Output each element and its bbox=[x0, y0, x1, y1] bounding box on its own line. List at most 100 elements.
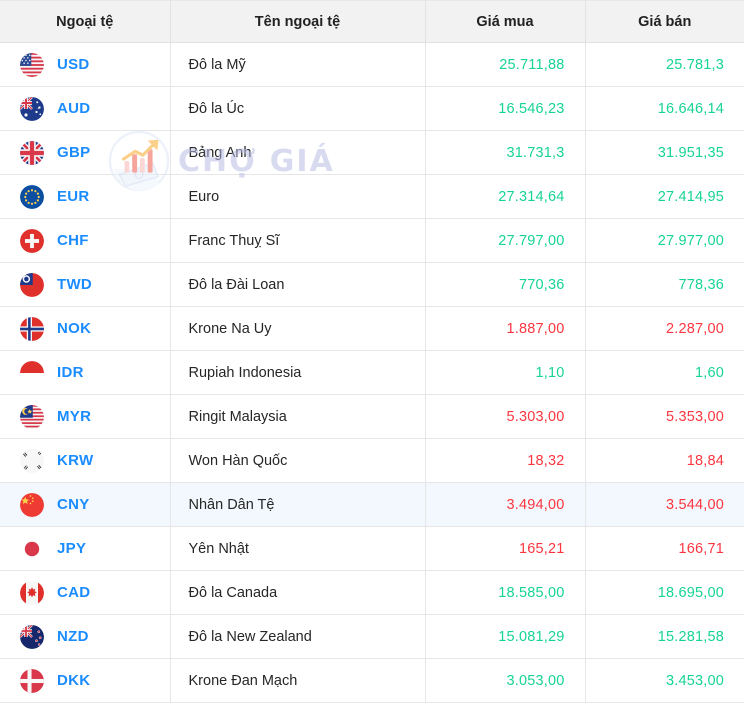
buy-price-cell: 3.053,00 bbox=[425, 659, 585, 703]
currency-code-cell[interactable]: NZD bbox=[0, 615, 170, 659]
currency-code-cell[interactable]: USD bbox=[0, 43, 170, 87]
column-header-buy-price: Giá mua bbox=[425, 1, 585, 43]
exchange-rate-table-container: CHỢ GIÁ Ngoại tệ Tên ngoại tệ Giá mua Gi… bbox=[0, 0, 744, 708]
table-row[interactable]: IDRRupiah Indonesia1,101,60 bbox=[0, 351, 744, 395]
table-row[interactable]: GBPBảng Anh31.731,331.951,35 bbox=[0, 131, 744, 175]
currency-code-label: NZD bbox=[57, 628, 89, 645]
currency-code-cell[interactable]: CAD bbox=[0, 571, 170, 615]
currency-code-cell[interactable]: CNY bbox=[0, 483, 170, 527]
currency-name-cell: Rupiah Indonesia bbox=[170, 351, 425, 395]
flag-eu-icon bbox=[20, 185, 44, 209]
column-header-currency-code: Ngoại tệ bbox=[0, 1, 170, 43]
table-row[interactable]: CAD Đô la Canada18.585,0018.695,00 bbox=[0, 571, 744, 615]
currency-code-label: CHF bbox=[57, 232, 89, 249]
sell-price-cell: 3.544,00 bbox=[585, 483, 744, 527]
sell-price-cell: 18,84 bbox=[585, 439, 744, 483]
flag-id-icon bbox=[20, 361, 44, 385]
currency-code-cell[interactable]: DKK bbox=[0, 659, 170, 703]
currency-name-cell: Won Hàn Quốc bbox=[170, 439, 425, 483]
currency-code-label: CAD bbox=[57, 584, 90, 601]
table-row[interactable]: USDĐô la Mỹ25.711,8825.781,3 bbox=[0, 43, 744, 87]
flag-no-icon bbox=[20, 317, 44, 341]
table-row[interactable]: EUR Euro27.314,6427.414,95 bbox=[0, 175, 744, 219]
flag-tw-icon bbox=[20, 273, 44, 297]
currency-code-label: AUD bbox=[57, 100, 90, 117]
sell-price-cell: 27.977,00 bbox=[585, 219, 744, 263]
currency-code-cell[interactable]: TWD bbox=[0, 263, 170, 307]
exchange-rate-table: Ngoại tệ Tên ngoại tệ Giá mua Giá bán US… bbox=[0, 0, 744, 703]
currency-name-cell: Bảng Anh bbox=[170, 131, 425, 175]
sell-price-cell: 27.414,95 bbox=[585, 175, 744, 219]
currency-name-cell: Đô la Úc bbox=[170, 87, 425, 131]
table-row[interactable]: TWDĐô la Đài Loan770,36778,36 bbox=[0, 263, 744, 307]
buy-price-cell: 1,10 bbox=[425, 351, 585, 395]
flag-my-icon bbox=[20, 405, 44, 429]
table-header: Ngoại tệ Tên ngoại tệ Giá mua Giá bán bbox=[0, 1, 744, 43]
table-row[interactable]: JPY Yên Nhật165,21166,71 bbox=[0, 527, 744, 571]
table-body: USDĐô la Mỹ25.711,8825.781,3 AUD Đô la Úc 1… bbox=[0, 43, 744, 703]
table-row[interactable]: NZDĐô la New Zealand15.081,2915.281,58 bbox=[0, 615, 744, 659]
currency-name-cell: Ringit Malaysia bbox=[170, 395, 425, 439]
flag-us-icon bbox=[20, 53, 44, 77]
currency-name-cell: Đô la Canada bbox=[170, 571, 425, 615]
currency-code-label: NOK bbox=[57, 320, 91, 337]
currency-name-cell: Krone Na Uy bbox=[170, 307, 425, 351]
sell-price-cell: 15.281,58 bbox=[585, 615, 744, 659]
currency-code-label: USD bbox=[57, 56, 90, 73]
currency-code-cell[interactable]: EUR bbox=[0, 175, 170, 219]
buy-price-cell: 27.314,64 bbox=[425, 175, 585, 219]
sell-price-cell: 16.646,14 bbox=[585, 87, 744, 131]
currency-code-cell[interactable]: AUD bbox=[0, 87, 170, 131]
buy-price-cell: 18.585,00 bbox=[425, 571, 585, 615]
currency-code-cell[interactable]: GBP bbox=[0, 131, 170, 175]
buy-price-cell: 31.731,3 bbox=[425, 131, 585, 175]
table-row[interactable]: DKKKrone Đan Mạch3.053,003.453,00 bbox=[0, 659, 744, 703]
currency-code-cell[interactable]: KRW bbox=[0, 439, 170, 483]
flag-nz-icon bbox=[20, 625, 44, 649]
sell-price-cell: 25.781,3 bbox=[585, 43, 744, 87]
table-row[interactable]: CHFFranc Thuỵ Sĩ27.797,0027.977,00 bbox=[0, 219, 744, 263]
buy-price-cell: 3.494,00 bbox=[425, 483, 585, 527]
buy-price-cell: 25.711,88 bbox=[425, 43, 585, 87]
currency-code-cell[interactable]: CHF bbox=[0, 219, 170, 263]
currency-code-cell[interactable]: JPY bbox=[0, 527, 170, 571]
table-row[interactable]: CNYNhân Dân Tệ3.494,003.544,00 bbox=[0, 483, 744, 527]
table-row[interactable]: AUDĐô la Úc16.546,2316.646,14 bbox=[0, 87, 744, 131]
buy-price-cell: 1.887,00 bbox=[425, 307, 585, 351]
column-header-currency-name: Tên ngoại tệ bbox=[170, 1, 425, 43]
flag-jp-icon bbox=[20, 537, 44, 561]
buy-price-cell: 15.081,29 bbox=[425, 615, 585, 659]
flag-cn-icon bbox=[20, 493, 44, 517]
currency-name-cell: Yên Nhật bbox=[170, 527, 425, 571]
sell-price-cell: 778,36 bbox=[585, 263, 744, 307]
currency-code-label: CNY bbox=[57, 496, 90, 513]
buy-price-cell: 5.303,00 bbox=[425, 395, 585, 439]
currency-name-cell: Đô la Đài Loan bbox=[170, 263, 425, 307]
currency-code-label: MYR bbox=[57, 408, 91, 425]
table-row[interactable]: NOKKrone Na Uy1.887,002.287,00 bbox=[0, 307, 744, 351]
sell-price-cell: 166,71 bbox=[585, 527, 744, 571]
sell-price-cell: 5.353,00 bbox=[585, 395, 744, 439]
currency-code-cell[interactable]: IDR bbox=[0, 351, 170, 395]
flag-ca-icon bbox=[20, 581, 44, 605]
flag-ch-icon bbox=[20, 229, 44, 253]
currency-name-cell: Euro bbox=[170, 175, 425, 219]
currency-code-label: KRW bbox=[57, 452, 93, 469]
buy-price-cell: 18,32 bbox=[425, 439, 585, 483]
flag-kr-icon bbox=[20, 449, 44, 473]
sell-price-cell: 18.695,00 bbox=[585, 571, 744, 615]
sell-price-cell: 31.951,35 bbox=[585, 131, 744, 175]
currency-code-cell[interactable]: MYR bbox=[0, 395, 170, 439]
table-row[interactable]: MYR Ringit Malaysia5.303,005.353,00 bbox=[0, 395, 744, 439]
currency-code-label: JPY bbox=[57, 540, 86, 557]
currency-code-cell[interactable]: NOK bbox=[0, 307, 170, 351]
sell-price-cell: 1,60 bbox=[585, 351, 744, 395]
currency-code-label: EUR bbox=[57, 188, 90, 205]
column-header-sell-price: Giá bán bbox=[585, 1, 744, 43]
buy-price-cell: 165,21 bbox=[425, 527, 585, 571]
table-header-row: Ngoại tệ Tên ngoại tệ Giá mua Giá bán bbox=[0, 1, 744, 43]
flag-gb-icon bbox=[20, 141, 44, 165]
table-row[interactable]: KRW Won Hàn Quốc18,3218,84 bbox=[0, 439, 744, 483]
sell-price-cell: 3.453,00 bbox=[585, 659, 744, 703]
flag-au-icon bbox=[20, 97, 44, 121]
